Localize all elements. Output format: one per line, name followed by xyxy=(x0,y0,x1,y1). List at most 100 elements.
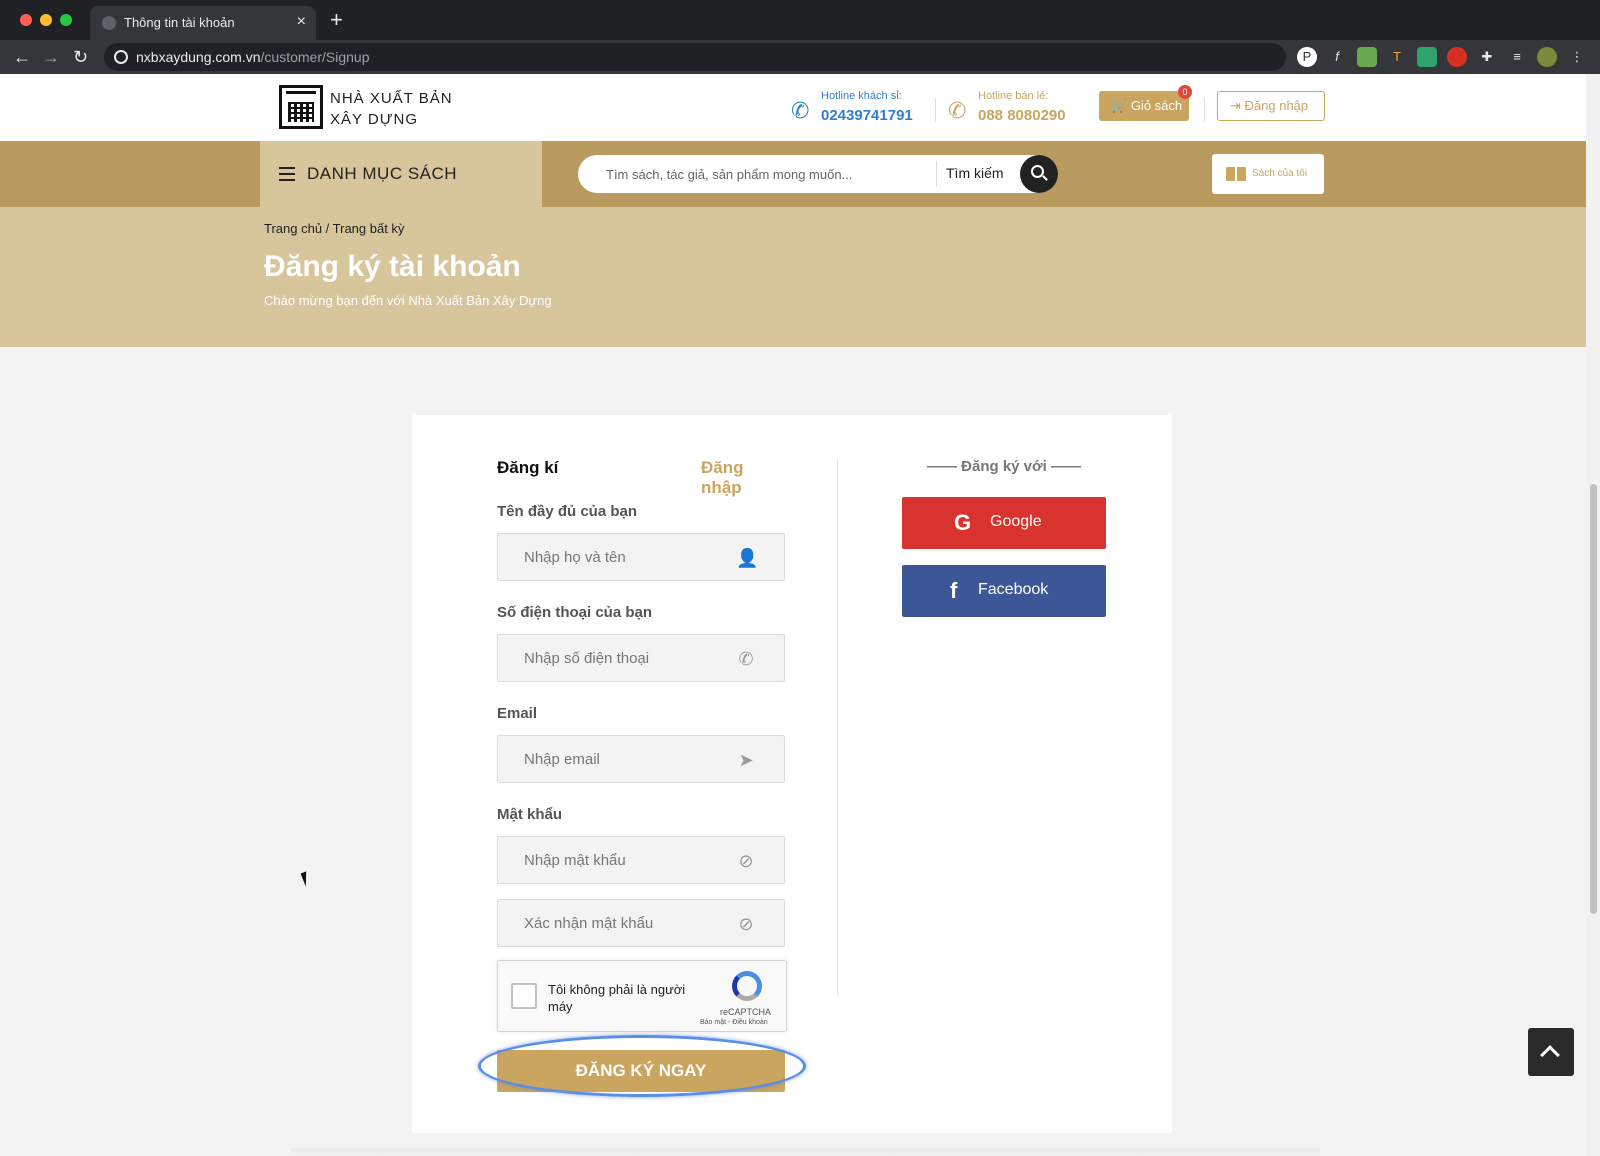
pinterest-extension-icon[interactable]: P xyxy=(1297,47,1317,67)
address-bar[interactable]: nxbxaydung.com.vn/customer/Signup xyxy=(104,43,1286,71)
password-input[interactable] xyxy=(498,837,738,883)
recaptcha-links[interactable]: Bảo mật - Điều khoản xyxy=(700,1019,768,1026)
column-divider xyxy=(837,459,838,995)
facebook-signup-button[interactable]: f Facebook xyxy=(902,565,1106,617)
hamburger-icon xyxy=(279,167,295,181)
eye-slash-icon[interactable]: ⊘ xyxy=(736,851,756,871)
cart-icon: 🛒 xyxy=(1111,98,1128,113)
phone-input[interactable] xyxy=(498,635,738,681)
globe-icon xyxy=(102,16,116,30)
search-divider xyxy=(936,161,937,187)
recaptcha-checkbox[interactable] xyxy=(511,983,537,1009)
media-control-icon[interactable]: ≡ xyxy=(1507,47,1527,67)
search-input[interactable] xyxy=(606,155,926,193)
google-icon: G xyxy=(954,510,972,535)
page-subtitle: Chào mừng bạn đến với Nhà Xuất Bản Xây D… xyxy=(264,293,552,308)
layers-extension-icon[interactable] xyxy=(1357,47,1377,67)
publisher-logo-icon[interactable] xyxy=(279,85,323,129)
scroll-to-top-button[interactable] xyxy=(1528,1028,1574,1076)
page-hero: Trang chủ / Trang bất kỳ Đăng ký tài kho… xyxy=(0,207,1586,347)
forward-button[interactable]: → xyxy=(42,45,60,69)
browser-toolbar: ← → ↻ nxbxaydung.com.vn/customer/Signup … xyxy=(0,40,1600,74)
my-books-label: Sách của tôi xyxy=(1252,168,1308,179)
send-icon: ➤ xyxy=(738,750,754,770)
category-menu-toggle[interactable]: DANH MỤC SÁCH xyxy=(260,141,542,207)
social-signup-title: —— Đăng ký với —— xyxy=(926,458,1082,475)
back-button[interactable]: ← xyxy=(13,45,31,69)
recaptcha-text: Tôi không phải là người máy xyxy=(548,982,686,1014)
search-label[interactable]: Tìm kiếm xyxy=(946,165,1004,181)
address-url: nxbxaydung.com.vn/customer/Signup xyxy=(136,49,369,65)
window-maximize-button[interactable] xyxy=(60,14,72,26)
reload-button[interactable]: ↻ xyxy=(73,45,88,69)
recaptcha-widget: Tôi không phải là người máy reCAPTCHA Bả… xyxy=(497,960,787,1032)
confirm-password-input[interactable] xyxy=(498,900,738,946)
window-minimize-button[interactable] xyxy=(40,14,52,26)
publisher-name[interactable]: NHÀ XUẤT BẢN XÂY DỰNG xyxy=(330,88,453,130)
search-icon-handle xyxy=(1042,175,1048,181)
login-icon: ⇥ xyxy=(1230,98,1241,113)
header-divider xyxy=(935,98,936,122)
hotline-retail-label: Hotline bán lẻ: xyxy=(978,90,1049,102)
footer-shadow xyxy=(290,1148,1320,1156)
page-viewport: NHÀ XUẤT BẢN XÂY DỰNG ✆ Hotline khách sỉ… xyxy=(0,74,1586,1156)
signup-card: Đăng kí Đăng nhập Tên đầy đủ của bạn 👤 S… xyxy=(412,415,1172,1133)
header-login-button[interactable]: ⇥ Đăng nhập xyxy=(1217,91,1325,121)
cart-button[interactable]: 🛒 Giỏ sách xyxy=(1099,91,1189,121)
new-tab-button[interactable]: + xyxy=(330,8,343,32)
user-add-icon: 👤 xyxy=(736,548,759,568)
password-label: Mật khẩu xyxy=(497,806,563,823)
confirm-password-field: ⊘ xyxy=(497,899,785,947)
hotline-wholesale-number: 02439741791 xyxy=(821,107,913,124)
recaptcha-logo-icon xyxy=(732,971,762,1001)
hotline-wholesale-label: Hotline khách sỉ: xyxy=(821,90,902,102)
tab-register[interactable]: Đăng kí xyxy=(497,458,558,478)
google-signup-button[interactable]: G Google xyxy=(902,497,1106,549)
phone-icon: ✆ xyxy=(948,98,967,123)
chevron-up-icon xyxy=(1540,1045,1560,1065)
cart-label: Giỏ sách xyxy=(1130,98,1183,113)
facebook-label: Facebook xyxy=(978,581,1049,598)
my-books-button[interactable]: Sách của tôi xyxy=(1212,154,1324,194)
browser-tab-active[interactable]: Thông tin tài khoản × xyxy=(90,6,316,40)
grid-extension-icon[interactable] xyxy=(1417,47,1437,67)
publisher-name-line1: NHÀ XUẤT BẢN xyxy=(330,90,453,107)
signup-submit-button[interactable]: ĐĂNG KÝ NGAY xyxy=(497,1050,785,1092)
page-title: Đăng ký tài khoản xyxy=(264,250,521,283)
tab-login[interactable]: Đăng nhập xyxy=(701,458,785,498)
phone-icon: ✆ xyxy=(738,649,754,669)
facebook-icon: f xyxy=(950,578,958,603)
url-host: nxbxaydung.com.vn xyxy=(136,49,261,65)
close-icon[interactable]: × xyxy=(297,13,306,31)
search-button[interactable] xyxy=(1020,155,1058,193)
adblock-extension-icon[interactable] xyxy=(1447,47,1467,67)
url-path: /customer/Signup xyxy=(260,49,370,65)
book-icon xyxy=(1226,167,1246,181)
window-close-button[interactable] xyxy=(20,14,32,26)
tab-title: Thông tin tài khoản xyxy=(124,15,235,30)
search-box: Tìm kiếm xyxy=(578,155,1058,193)
cart-count-badge: 0 xyxy=(1178,85,1192,99)
email-input[interactable] xyxy=(498,736,738,782)
font-extension-icon[interactable]: f xyxy=(1327,47,1347,67)
category-menu-title: DANH MỤC SÁCH xyxy=(307,164,458,183)
name-label: Tên đầy đủ của bạn xyxy=(497,503,638,520)
recaptcha-brand: reCAPTCHA xyxy=(720,1007,772,1017)
browser-tab-strip: Thông tin tài khoản × + xyxy=(0,0,1600,40)
eye-slash-icon[interactable]: ⊘ xyxy=(736,914,756,934)
browser-menu-icon[interactable]: ⋮ xyxy=(1567,47,1587,67)
name-input[interactable] xyxy=(498,534,738,580)
page-scrollbar[interactable] xyxy=(1586,74,1600,1156)
email-field: ➤ xyxy=(497,735,785,783)
profile-avatar[interactable] xyxy=(1537,47,1557,67)
site-info-icon[interactable] xyxy=(114,50,128,64)
header-divider xyxy=(1204,98,1205,122)
puzzle-icon[interactable]: ✚ xyxy=(1477,47,1497,67)
google-label: Google xyxy=(990,513,1042,530)
breadcrumb[interactable]: Trang chủ / Trang bất kỳ xyxy=(264,221,404,236)
scrollbar-thumb[interactable] xyxy=(1590,484,1597,914)
phone-icon: ✆ xyxy=(791,98,810,123)
hammer-extension-icon[interactable]: T xyxy=(1387,47,1407,67)
category-bar: DANH MỤC SÁCH Tìm kiếm Sách của tôi xyxy=(0,141,1586,207)
logo-grid xyxy=(288,102,314,122)
